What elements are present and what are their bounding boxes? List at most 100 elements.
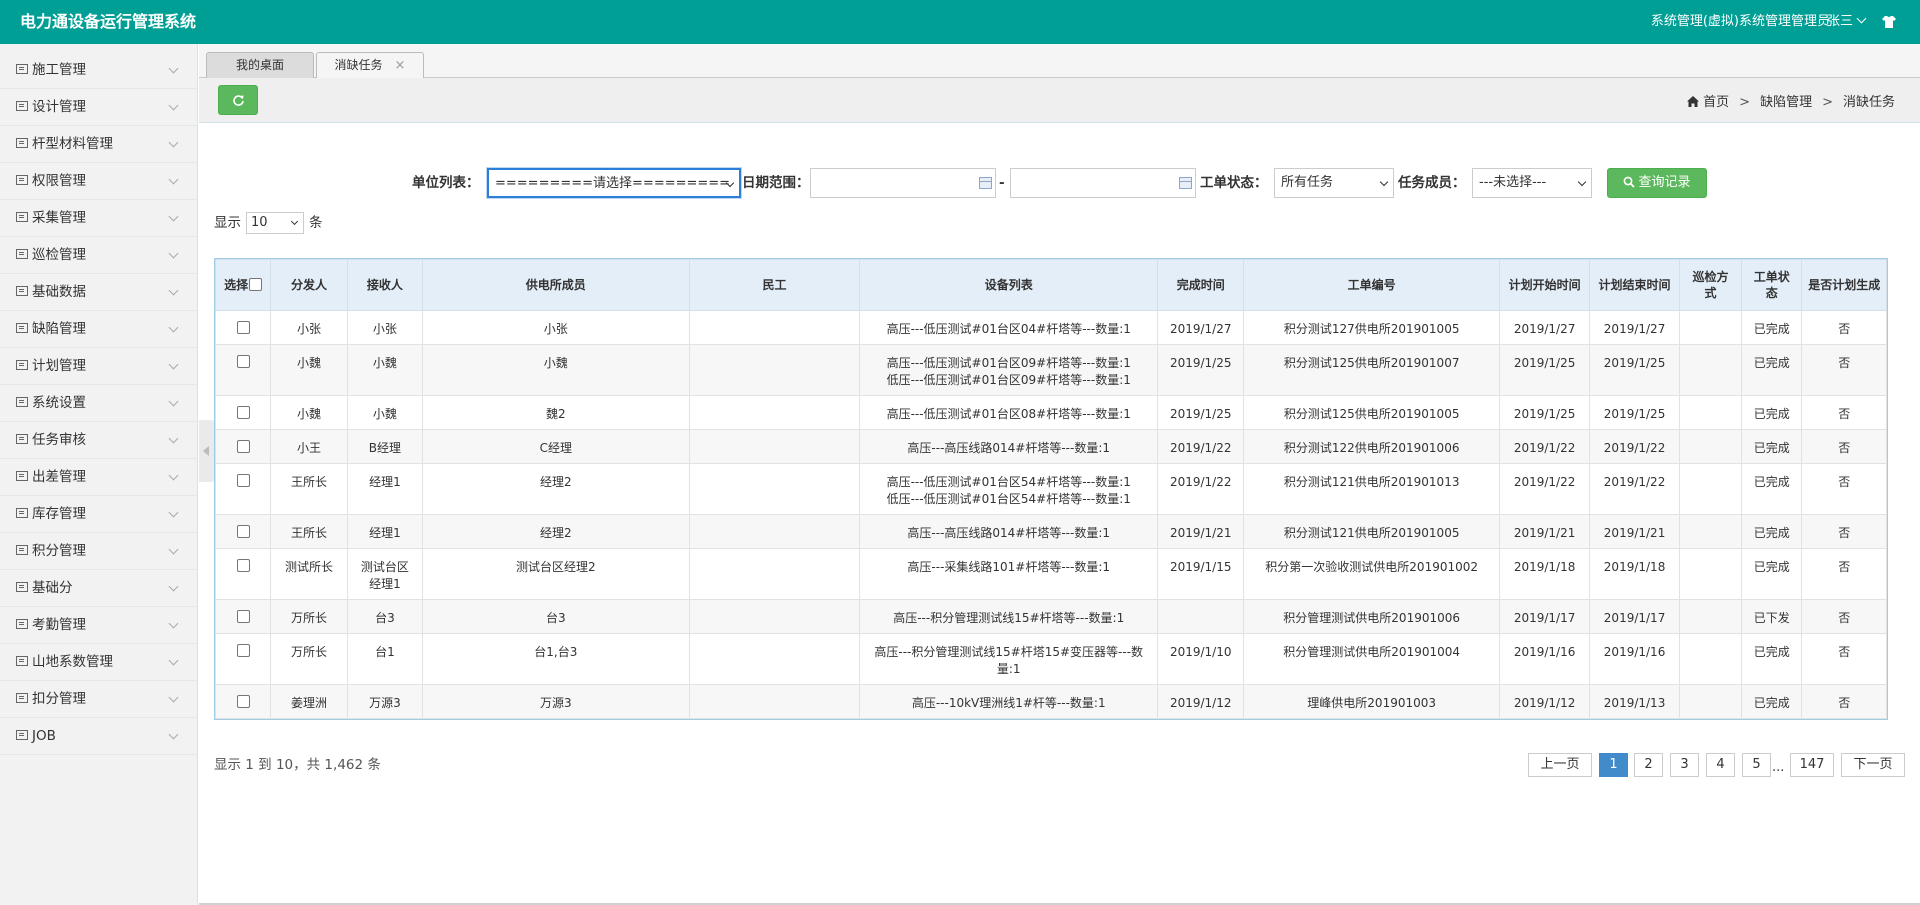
sidebar-item-job[interactable]: JOB — [0, 718, 197, 755]
sidebar-item-design[interactable]: 设计管理 — [0, 89, 197, 126]
cell — [1678, 514, 1743, 549]
chevron-down-icon — [168, 396, 179, 407]
page-button-last[interactable]: 147 — [1790, 753, 1834, 777]
refresh-button[interactable] — [218, 85, 258, 115]
sidebar-item-permission[interactable]: 权限管理 — [0, 163, 197, 200]
list-icon — [16, 656, 28, 666]
row-checkbox[interactable] — [236, 406, 250, 419]
row-checkbox[interactable] — [236, 355, 250, 368]
sidebar-item-collection[interactable]: 采集管理 — [0, 200, 197, 237]
row-checkbox[interactable] — [236, 559, 250, 572]
sidebar-item-label: 任务审核 — [32, 432, 86, 448]
sidebar-item-defect[interactable]: 缺陷管理 — [0, 311, 197, 348]
table-row[interactable]: 测试所长 测试台区 经理1 测试台区经理2 高压---采集线路101#杆塔等---… — [214, 548, 1887, 600]
sidebar-item-deduction[interactable]: 扣分管理 — [0, 681, 197, 718]
close-icon[interactable]: × — [395, 58, 406, 73]
cell: 测试所长 — [270, 548, 348, 600]
table-row[interactable]: 小魏 小魏 魏2 高压---低压测试#01台区08#杆塔等---数量:1 201… — [214, 395, 1887, 430]
tab-label: 消缺任务 — [334, 58, 383, 72]
sidebar-item-base-data[interactable]: 基础数据 — [0, 274, 197, 311]
col-header[interactable]: 民工 — [688, 259, 861, 311]
row-checkbox[interactable] — [236, 610, 250, 623]
tab-defect-task[interactable]: 消缺任务 × — [316, 52, 424, 79]
page-button[interactable]: 4 — [1706, 753, 1735, 777]
col-header[interactable]: 设备列表 — [859, 259, 1159, 311]
col-header[interactable]: 计划结束时间 — [1589, 259, 1680, 311]
col-header[interactable]: 计划开始时间 — [1498, 259, 1591, 311]
sidebar-item-inspection[interactable]: 巡检管理 — [0, 237, 197, 274]
status-select[interactable]: 所有任务 — [1274, 168, 1394, 198]
row-checkbox[interactable] — [236, 695, 250, 708]
prev-page-button[interactable]: 上一页 — [1528, 753, 1592, 777]
sidebar-item-points[interactable]: 积分管理 — [0, 533, 197, 570]
user-role: 系统管理(虚拟)系统管理管理员 — [1650, 14, 1830, 29]
col-header[interactable]: 接收人 — [346, 259, 424, 311]
date-start-input[interactable] — [810, 168, 996, 198]
sidebar-item-system-settings[interactable]: 系统设置 — [0, 385, 197, 422]
sidebar-item-attendance[interactable]: 考勤管理 — [0, 607, 197, 644]
row-checkbox[interactable] — [236, 525, 250, 538]
page-button[interactable]: 2 — [1634, 753, 1663, 777]
cell: 高压---低压测试#01台区08#杆塔等---数量:1 — [859, 395, 1159, 430]
sidebar-item-business-trip[interactable]: 出差管理 — [0, 459, 197, 496]
sidebar-item-task-review[interactable]: 任务审核 — [0, 422, 197, 459]
cell: 否 — [1801, 344, 1887, 396]
table-row[interactable]: 王所长 经理1 经理2 高压---高压线路014#杆塔等---数量:1 2019… — [214, 514, 1887, 549]
user-menu[interactable]: 张三 — [1827, 0, 1867, 44]
calendar-icon[interactable] — [1179, 177, 1192, 189]
col-header[interactable]: 工单编号 — [1243, 259, 1500, 311]
col-header[interactable]: 供电所成员 — [422, 259, 690, 311]
unit-select[interactable]: =========请选择========= — [487, 168, 741, 198]
table-row[interactable]: 小魏 小魏 小魏 高压---低压测试#01台区09#杆塔等---数量:1 低压--… — [214, 344, 1887, 396]
col-header[interactable]: 是否计划生成 — [1801, 259, 1887, 311]
sidebar-item-inventory[interactable]: 库存管理 — [0, 496, 197, 533]
row-checkbox[interactable] — [236, 644, 250, 657]
col-header[interactable]: 完成时间 — [1157, 259, 1245, 311]
row-checkbox[interactable] — [236, 474, 250, 487]
page-button[interactable]: 3 — [1670, 753, 1699, 777]
cell — [1678, 633, 1743, 685]
breadcrumb-defect-mgmt[interactable]: 缺陷管理 — [1760, 95, 1812, 110]
cell: 高压---低压测试#01台区04#杆塔等---数量:1 — [859, 310, 1159, 345]
cell: 高压---高压线路014#杆塔等---数量:1 — [859, 514, 1159, 549]
sidebar-item-plan[interactable]: 计划管理 — [0, 348, 197, 385]
tab-my-desktop[interactable]: 我的桌面 — [206, 52, 314, 78]
cell: 已完成 — [1741, 684, 1803, 719]
cell-line: 高压---积分管理测试线15#杆塔15#变压器等---数 — [874, 645, 1144, 659]
unit-select-value: =========请选择========= — [495, 176, 731, 191]
cell: 积分测试122供电所201901006 — [1243, 429, 1500, 464]
table-row[interactable]: 姜理洲 万源3 万源3 高压---10kV理洲线1#杆等---数量:1 2019… — [214, 684, 1887, 719]
sidebar-item-construction[interactable]: 施工管理 — [0, 52, 197, 89]
row-checkbox[interactable] — [236, 440, 250, 453]
sidebar-item-label: 扣分管理 — [32, 691, 86, 707]
sidebar-item-pole-material[interactable]: 杆型材料管理 — [0, 126, 197, 163]
cell: 小魏 — [422, 344, 690, 396]
table-row[interactable]: 王所长 经理1 经理2 高压---低压测试#01台区54#杆塔等---数量:1 低… — [214, 463, 1887, 515]
row-checkbox[interactable] — [236, 321, 250, 334]
query-button[interactable]: 查询记录 — [1607, 168, 1707, 198]
sidebar-item-base-points[interactable]: 基础分 — [0, 570, 197, 607]
select-all-checkbox[interactable] — [249, 278, 263, 291]
page-ellipsis: ... — [1772, 760, 1785, 775]
member-select[interactable]: ---未选择--- — [1472, 168, 1592, 198]
col-header[interactable]: 分发人 — [270, 259, 348, 311]
cell: 万源3 — [422, 684, 690, 719]
page-button-current[interactable]: 1 — [1599, 753, 1628, 777]
next-page-button[interactable]: 下一页 — [1841, 753, 1905, 777]
breadcrumb-home[interactable]: 首页 — [1703, 95, 1729, 110]
col-header[interactable]: 巡检方式 — [1678, 259, 1743, 311]
table-row[interactable]: 小张 小张 小张 高压---低压测试#01台区04#杆塔等---数量:1 201… — [214, 310, 1887, 345]
table-row[interactable]: 小王 B经理 C经理 高压---高压线路014#杆塔等---数量:1 2019/… — [214, 429, 1887, 464]
col-header[interactable]: 工单状态 — [1741, 259, 1803, 311]
sidebar-item-mountain-coef[interactable]: 山地系数管理 — [0, 644, 197, 681]
skin-shirt-icon[interactable] — [1880, 13, 1898, 31]
cell: 王所长 — [270, 514, 348, 549]
table-row[interactable]: 万所长 台1 台1,台3 高压---积分管理测试线15#杆塔15#变压器等---… — [214, 633, 1887, 685]
sidebar-collapse-handle[interactable] — [199, 420, 215, 482]
page-size-select[interactable]: 10 — [246, 212, 304, 234]
date-end-input[interactable] — [1010, 168, 1196, 198]
action-bar: 首页 > 缺陷管理 > 消缺任务 — [199, 78, 1920, 123]
calendar-icon[interactable] — [979, 177, 992, 189]
table-row[interactable]: 万所长 台3 台3 高压---积分管理测试线15#杆塔等---数量:1 积分管理… — [214, 599, 1887, 634]
page-button[interactable]: 5 — [1742, 753, 1771, 777]
